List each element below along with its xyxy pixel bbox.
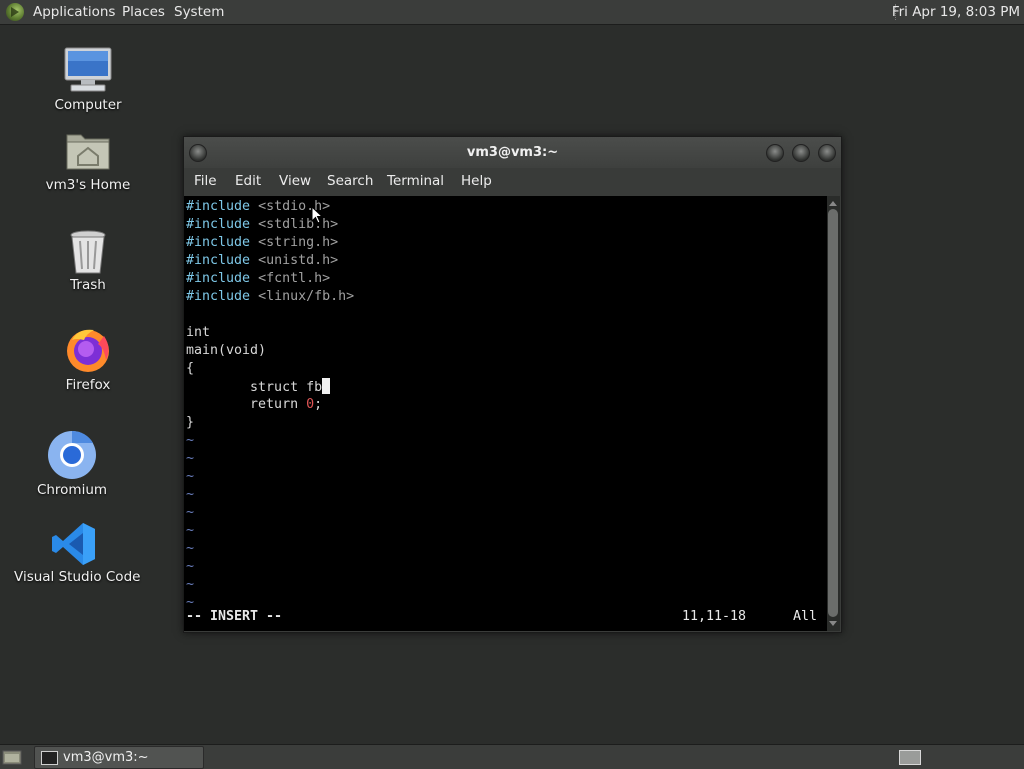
home-folder-icon [66, 134, 110, 170]
places-menu[interactable]: Places [122, 0, 165, 24]
system-menu[interactable]: System [174, 0, 224, 24]
desktop-icon-firefox[interactable]: Firefox [48, 326, 128, 396]
menu-help[interactable]: Help [461, 173, 492, 189]
terminal-window[interactable]: vm3@vm3:~ File Edit View Search Terminal… [183, 136, 842, 633]
desktop-icon-chromium[interactable]: Chromium [32, 430, 112, 500]
taskbar-terminal-button[interactable]: vm3@vm3:~ [34, 746, 204, 769]
desktop-icon-label: Chromium [36, 482, 108, 498]
applications-logo-icon[interactable] [6, 3, 24, 21]
desktop-icon-label: Visual Studio Code [14, 569, 141, 585]
window-menu-button[interactable] [189, 144, 207, 162]
desktop-icon-vscode[interactable]: Visual Studio Code [14, 520, 141, 590]
firefox-icon [67, 329, 109, 372]
desktop-icon-label: Computer [54, 97, 122, 113]
tilde-line: ~ [186, 487, 195, 502]
vim-scroll-indicator: All [793, 609, 818, 624]
vim-mode-indicator: -- INSERT -- [186, 609, 283, 624]
tilde-line: ~ [186, 559, 195, 574]
tilde-line: ~ [186, 433, 195, 448]
window-titlebar[interactable]: vm3@vm3:~ [184, 137, 841, 168]
terminal-icon [41, 751, 58, 765]
code-line: #include <fcntl.h> [186, 271, 331, 286]
tilde-line: ~ [186, 505, 195, 520]
code-line: } [186, 415, 195, 430]
close-button[interactable] [818, 144, 836, 162]
terminal-menubar: File Edit View Search Terminal Help [184, 168, 841, 196]
mouse-pointer-icon [311, 206, 323, 224]
tilde-line: ~ [186, 451, 195, 466]
menu-file[interactable]: File [194, 173, 217, 189]
bottom-panel: vm3@vm3:~ [0, 744, 1024, 769]
window-title: vm3@vm3:~ [466, 145, 559, 160]
code-line: struct fb [186, 378, 331, 396]
computer-icon [64, 47, 112, 92]
desktop-icon-trash[interactable]: Trash [48, 228, 128, 298]
vscode-icon [52, 523, 95, 565]
menu-search[interactable]: Search [327, 173, 373, 189]
chromium-icon [48, 430, 96, 479]
desktop-icon-computer[interactable]: Computer [48, 44, 128, 116]
scroll-up-arrow-icon[interactable] [829, 201, 837, 206]
tilde-line: ~ [186, 523, 195, 538]
menu-terminal[interactable]: Terminal [387, 173, 444, 189]
show-desktop-icon[interactable] [2, 748, 22, 766]
top-panel: Applications Places System Fri Apr 19, 8… [0, 0, 1024, 25]
code-line: int [186, 325, 211, 340]
code-line: return 0; [186, 397, 323, 412]
desktop-icon-label: vm3's Home [45, 177, 131, 193]
workspace-switcher[interactable] [899, 750, 921, 765]
code-line: #include <unistd.h> [186, 253, 339, 268]
scrollbar-thumb[interactable] [828, 209, 838, 617]
minimize-button[interactable] [766, 144, 784, 162]
code-line: #include <linux/fb.h> [186, 289, 355, 304]
desktop-icon-home[interactable]: vm3's Home [38, 128, 138, 198]
scroll-down-arrow-icon[interactable] [829, 621, 837, 626]
code-line: { [186, 361, 195, 376]
menu-edit[interactable]: Edit [235, 173, 261, 189]
taskbar-task-label: vm3@vm3:~ [63, 750, 149, 765]
desktop-icon-label: Firefox [65, 377, 111, 393]
tilde-line: ~ [186, 541, 195, 556]
vim-cursor-position: 11,11-18 [682, 609, 747, 624]
code-line: main(void) [186, 343, 267, 358]
clock[interactable]: Fri Apr 19, 8:03 PM [892, 0, 1020, 24]
trash-icon [70, 230, 106, 274]
terminal-screen[interactable]: #include <stdio.h> #include <stdlib.h> #… [184, 196, 827, 631]
code-line: #include <string.h> [186, 235, 339, 250]
tilde-line: ~ [186, 577, 195, 592]
tilde-line: ~ [186, 469, 195, 484]
terminal-scrollbar[interactable] [827, 196, 840, 631]
text-cursor [322, 378, 331, 394]
menu-view[interactable]: View [279, 173, 311, 189]
applications-menu[interactable]: Applications [33, 0, 115, 24]
desktop-icon-label: Trash [70, 277, 106, 293]
code-line: #include <stdio.h> [186, 199, 331, 214]
maximize-button[interactable] [792, 144, 810, 162]
